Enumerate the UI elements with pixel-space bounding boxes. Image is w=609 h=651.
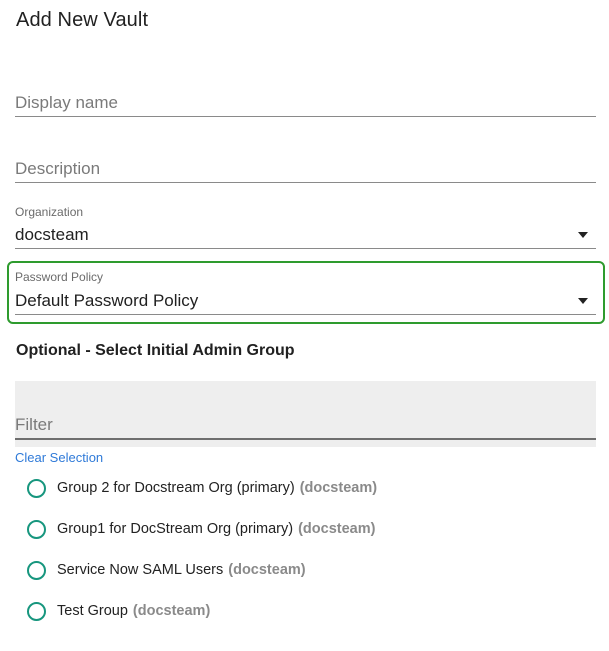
group-org: (docsteam): [132, 603, 211, 619]
description-input[interactable]: [15, 158, 596, 180]
radio-unchecked-icon[interactable]: [27, 519, 46, 539]
admin-group-section-title: Optional - Select Initial Admin Group: [16, 342, 295, 359]
password-policy-select[interactable]: Password Policy Default Password Policy: [15, 269, 596, 315]
group-list-item[interactable]: Group 2 for Docstream Org (primary) (doc…: [27, 477, 377, 499]
group-name: Service Now SAML Users: [57, 562, 224, 578]
group-list-item[interactable]: Service Now SAML Users (docsteam): [27, 559, 306, 581]
display-name-underline: [15, 116, 596, 117]
group-list-item[interactable]: Test Group (docsteam): [27, 600, 210, 622]
organization-label: Organization: [15, 205, 84, 219]
password-policy-label: Password Policy: [15, 270, 104, 284]
organization-underline: [15, 248, 596, 249]
filter-underline: [15, 438, 596, 440]
password-policy-underline: [15, 314, 596, 315]
radio-unchecked-icon[interactable]: [27, 560, 46, 580]
filter-field[interactable]: [15, 381, 596, 447]
group-org: (docsteam): [298, 521, 376, 537]
group-list-item[interactable]: Group1 for DocStream Org (primary) (docs…: [27, 518, 375, 540]
display-name-field[interactable]: [15, 84, 596, 117]
filter-input[interactable]: [15, 414, 596, 436]
organization-value[interactable]: docsteam: [15, 225, 89, 245]
description-underline: [15, 182, 596, 183]
group-name: Group 2 for Docstream Org (primary): [57, 480, 295, 496]
dropdown-arrow-icon[interactable]: [578, 232, 588, 238]
group-name: Group1 for DocStream Org (primary): [57, 521, 294, 537]
page-title: Add New Vault: [16, 9, 149, 31]
group-name: Test Group: [57, 603, 128, 619]
password-policy-value[interactable]: Default Password Policy: [15, 291, 198, 311]
radio-unchecked-icon[interactable]: [27, 478, 46, 498]
dropdown-arrow-icon[interactable]: [578, 298, 588, 304]
group-org: (docsteam): [228, 562, 306, 578]
organization-select[interactable]: Organization docsteam: [15, 203, 596, 249]
display-name-input[interactable]: [15, 92, 596, 114]
radio-unchecked-icon[interactable]: [27, 601, 46, 621]
clear-selection-link[interactable]: Clear Selection: [15, 450, 103, 465]
description-field[interactable]: [15, 150, 596, 183]
group-org: (docsteam): [299, 480, 378, 496]
